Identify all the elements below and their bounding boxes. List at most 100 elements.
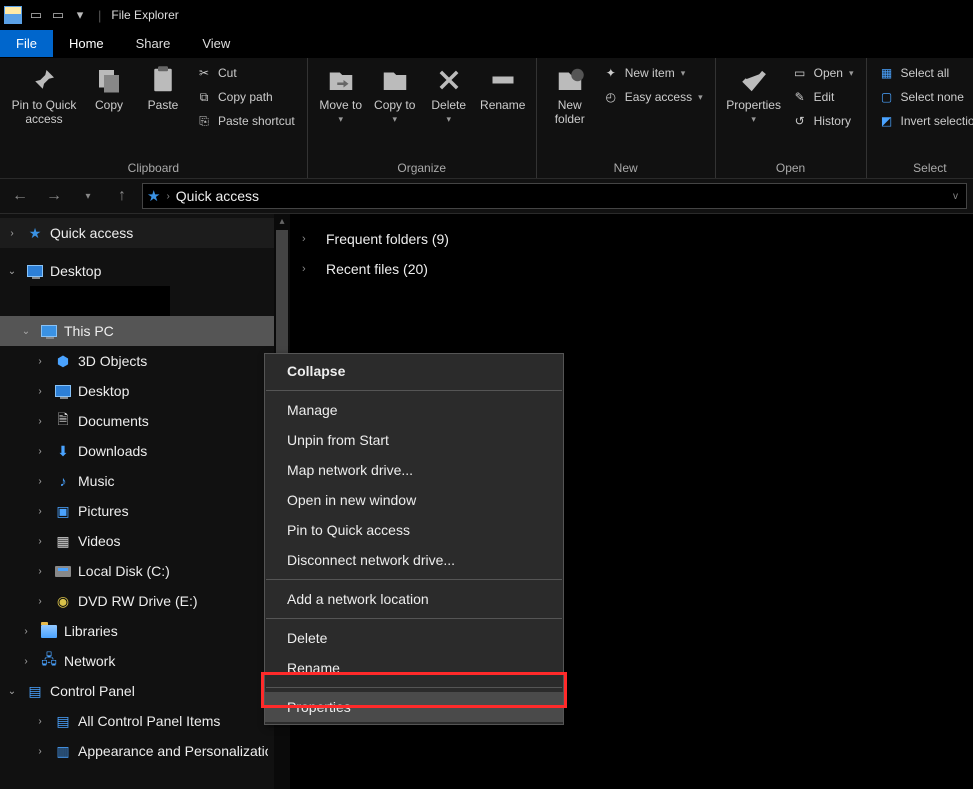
ctx-open-new-window[interactable]: Open in new window — [265, 485, 563, 515]
qat-document-icon[interactable]: ▭ — [28, 7, 44, 23]
chevron-down-icon: ▾ — [446, 114, 451, 125]
history-button[interactable]: ↺History — [788, 110, 858, 132]
properties-button[interactable]: Properties▾ — [724, 62, 784, 125]
new-item-button[interactable]: ✦New item ▾ — [599, 62, 707, 84]
chevron-right-icon[interactable]: › — [18, 626, 34, 637]
tree-pictures[interactable]: ›▣Pictures — [0, 496, 290, 526]
ctx-manage[interactable]: Manage — [265, 395, 563, 425]
chevron-right-icon[interactable]: › — [18, 656, 34, 667]
chevron-right-icon[interactable]: › — [32, 446, 48, 457]
chevron-right-icon[interactable]: › — [32, 536, 48, 547]
move-icon — [325, 64, 357, 96]
up-button[interactable]: ↑ — [108, 182, 136, 210]
new-folder-icon — [554, 64, 586, 96]
chevron-right-icon[interactable]: › — [4, 228, 20, 239]
chevron-right-icon[interactable]: › — [32, 566, 48, 577]
ctx-delete[interactable]: Delete — [265, 623, 563, 653]
chevron-down-icon[interactable]: ⌄ — [18, 326, 34, 337]
chevron-right-icon[interactable]: › — [32, 506, 48, 517]
copy-to-button[interactable]: Copy to▾ — [370, 62, 420, 125]
open-icon: ▭ — [792, 65, 808, 81]
easy-access-button[interactable]: ◴Easy access ▾ — [599, 86, 707, 108]
invert-selection-button[interactable]: ◩Invert selection — [875, 110, 973, 132]
pin-icon — [28, 64, 60, 96]
breadcrumb[interactable]: Quick access — [176, 188, 259, 204]
tab-file[interactable]: File — [0, 30, 53, 57]
ctx-disconnect[interactable]: Disconnect network drive... — [265, 545, 563, 575]
group-recent-files[interactable]: › Recent files (20) — [302, 254, 961, 284]
back-button[interactable]: ← — [6, 182, 34, 210]
chevron-down-icon[interactable]: ⌄ — [4, 266, 20, 277]
ctx-unpin[interactable]: Unpin from Start — [265, 425, 563, 455]
ctx-properties[interactable]: Properties — [265, 692, 563, 722]
tree-desktop-sub[interactable]: ›Desktop — [0, 376, 290, 406]
copy-icon — [93, 64, 125, 96]
tree-appearance[interactable]: ›▥Appearance and Personalization — [0, 736, 290, 766]
paste-shortcut-button[interactable]: ⎘Paste shortcut — [192, 110, 299, 132]
tab-view[interactable]: View — [186, 30, 246, 57]
select-all-button[interactable]: ▦Select all — [875, 62, 973, 84]
qat-folder-icon[interactable]: ▭ — [50, 7, 66, 23]
3d-objects-icon: ⬢ — [54, 352, 72, 370]
paste-button[interactable]: Paste — [138, 62, 188, 112]
pin-quick-access-button[interactable]: Pin to Quick access — [8, 62, 80, 126]
chevron-right-icon[interactable]: › — [32, 356, 48, 367]
tree-control-panel[interactable]: ⌄▤Control Panel — [0, 676, 290, 706]
chevron-down-icon: ▾ — [698, 92, 703, 103]
chevron-right-icon[interactable]: › — [32, 596, 48, 607]
scroll-up-icon[interactable]: ▴ — [274, 214, 290, 230]
qat-dropdown-icon[interactable]: ▾ — [72, 7, 88, 23]
tab-share[interactable]: Share — [120, 30, 187, 57]
control-panel-icon: ▤ — [54, 712, 72, 730]
chevron-right-icon[interactable]: › — [32, 476, 48, 487]
forward-button[interactable]: → — [40, 182, 68, 210]
ctx-pin-quick[interactable]: Pin to Quick access — [265, 515, 563, 545]
chevron-right-icon[interactable]: › — [302, 233, 316, 245]
tree-local-disk[interactable]: ›Local Disk (C:) — [0, 556, 290, 586]
chevron-right-icon[interactable]: › — [32, 386, 48, 397]
tree-desktop[interactable]: ⌄ Desktop — [0, 256, 290, 286]
tree-this-pc[interactable]: ⌄ This PC — [0, 316, 290, 346]
move-to-button[interactable]: Move to▾ — [316, 62, 366, 125]
ribbon-group-clipboard: Pin to Quick access Copy Paste ✂Cut ⧉Cop… — [0, 58, 308, 178]
dvd-icon: ◉ — [54, 592, 72, 610]
tree-music[interactable]: ›♪Music — [0, 466, 290, 496]
cut-button[interactable]: ✂Cut — [192, 62, 299, 84]
tab-home[interactable]: Home — [53, 30, 120, 57]
address-bar[interactable]: ★ › Quick access v — [142, 183, 967, 209]
ctx-map-drive[interactable]: Map network drive... — [265, 455, 563, 485]
rename-button[interactable]: Rename — [478, 62, 528, 112]
chevron-down-icon: ▾ — [849, 68, 854, 79]
open-button[interactable]: ▭Open ▾ — [788, 62, 858, 84]
ctx-collapse[interactable]: Collapse — [265, 356, 563, 386]
copy-button[interactable]: Copy — [84, 62, 134, 112]
tree-quick-access[interactable]: › ★ Quick access — [0, 218, 290, 248]
ctx-separator — [266, 687, 562, 688]
copy-path-button[interactable]: ⧉Copy path — [192, 86, 299, 108]
select-none-button[interactable]: ▢Select none — [875, 86, 973, 108]
edit-button[interactable]: ✎Edit — [788, 86, 858, 108]
tree-videos[interactable]: ›▦Videos — [0, 526, 290, 556]
group-frequent-folders[interactable]: › Frequent folders (9) — [302, 224, 961, 254]
tree-libraries[interactable]: ›Libraries — [0, 616, 290, 646]
tree-all-cp-items[interactable]: ›▤All Control Panel Items — [0, 706, 290, 736]
recent-locations-button[interactable]: ▾ — [74, 182, 102, 210]
ctx-add-location[interactable]: Add a network location — [265, 584, 563, 614]
tree-downloads[interactable]: ›⬇Downloads — [0, 436, 290, 466]
chevron-down-icon[interactable]: ⌄ — [4, 686, 20, 697]
tree-dvd-drive[interactable]: ›◉DVD RW Drive (E:) — [0, 586, 290, 616]
delete-button[interactable]: Delete▾ — [424, 62, 474, 125]
tree-network[interactable]: ›🖧Network — [0, 646, 290, 676]
chevron-right-icon[interactable]: › — [32, 746, 48, 757]
tree-documents[interactable]: ›🗎Documents — [0, 406, 290, 436]
chevron-right-icon[interactable]: › — [302, 263, 316, 275]
ribbon-group-open: Properties▾ ▭Open ▾ ✎Edit ↺History Open — [716, 58, 867, 178]
address-dropdown-icon[interactable]: v — [953, 191, 962, 202]
ribbon-group-organize: Move to▾ Copy to▾ Delete▾ Rename Organiz… — [308, 58, 537, 178]
chevron-right-icon[interactable]: › — [32, 416, 48, 427]
ctx-rename[interactable]: Rename — [265, 653, 563, 683]
titlebar: ▭ ▭ ▾ | File Explorer — [0, 0, 973, 30]
tree-3d-objects[interactable]: ›⬢3D Objects — [0, 346, 290, 376]
chevron-right-icon[interactable]: › — [32, 716, 48, 727]
new-folder-button[interactable]: New folder — [545, 62, 595, 126]
